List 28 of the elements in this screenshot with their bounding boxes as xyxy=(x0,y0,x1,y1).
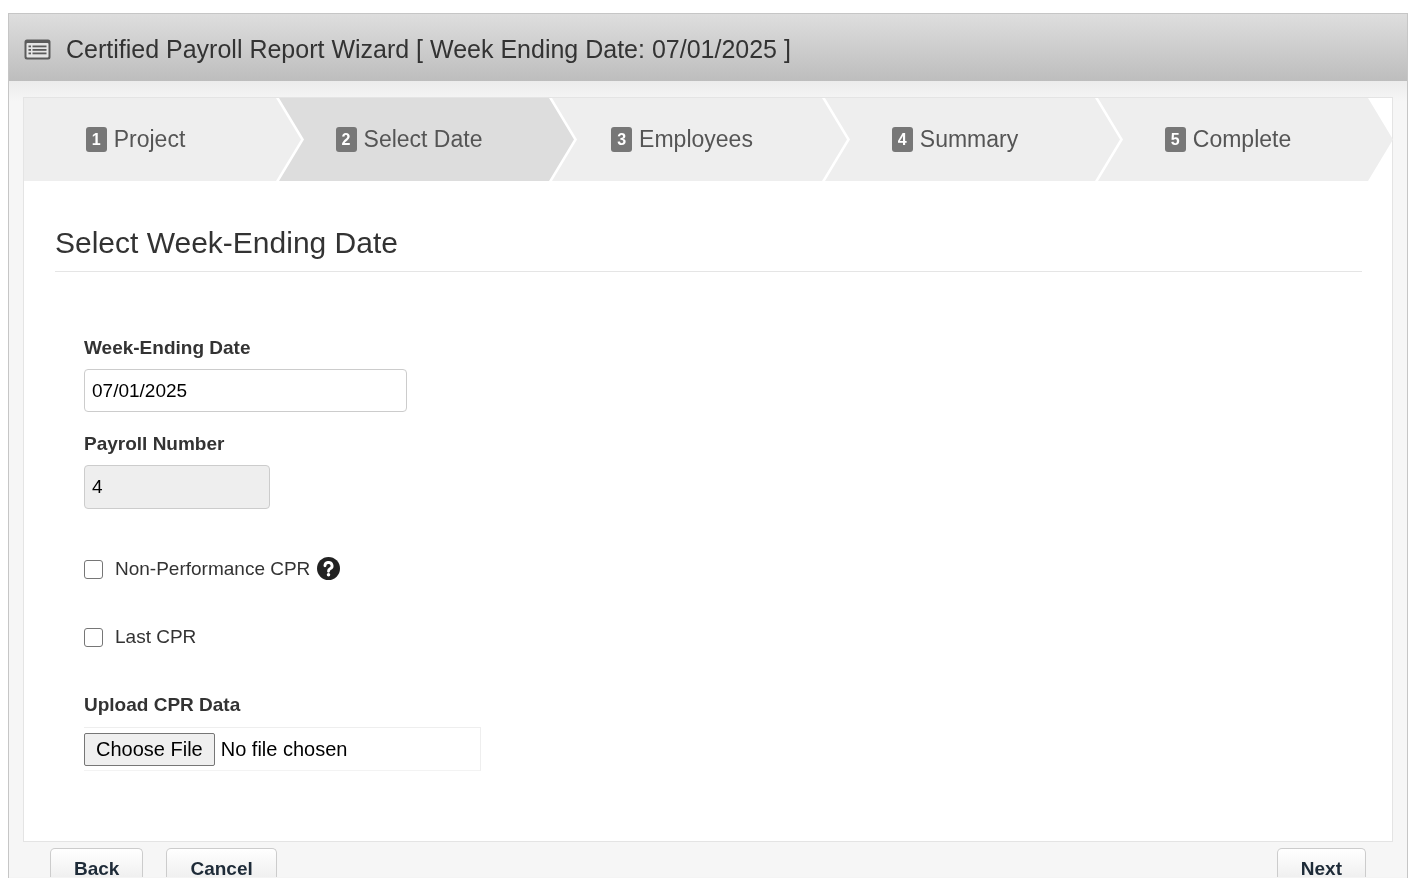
list-icon xyxy=(24,39,51,60)
help-icon[interactable] xyxy=(317,556,341,580)
footer-button[interactable]: Cancel xyxy=(166,848,277,877)
checkbox[interactable] xyxy=(84,559,103,579)
wizard-step[interactable]: 3 Employees xyxy=(552,98,847,181)
footer-button[interactable]: Back xyxy=(50,848,144,877)
window-title: Certified Payroll Report Wizard [ Week Ending Date: 07/01/2025 ] xyxy=(66,35,791,64)
step-number: 3 xyxy=(611,127,633,152)
wizard-step[interactable]: 1 Project xyxy=(24,98,301,181)
step-number: 5 xyxy=(1164,127,1186,152)
field-label: Week-Ending Date xyxy=(84,336,252,360)
choose-file-button[interactable]: Choose File xyxy=(84,732,215,766)
field-label: Payroll Number xyxy=(84,432,226,456)
wizard-step[interactable]: 5 Complete xyxy=(1098,98,1393,181)
file-input[interactable]: Choose File No file chosen xyxy=(84,727,481,771)
file-status-text: No file chosen xyxy=(220,737,348,761)
date-input[interactable]: 07/01/2025 xyxy=(84,369,407,412)
step-number: 1 xyxy=(85,127,107,152)
step-number: 4 xyxy=(891,127,913,152)
checkbox-label: Non-Performance CPR xyxy=(115,558,311,580)
field-label: Upload CPR Data xyxy=(84,693,242,717)
checkbox[interactable] xyxy=(84,627,103,647)
wizard-step[interactable]: 4 Summary xyxy=(825,98,1120,181)
step-number: 2 xyxy=(335,127,357,152)
footer-button[interactable]: Next xyxy=(1276,848,1366,877)
checkbox-label: Last CPR xyxy=(115,626,197,648)
section-title: Select Week-Ending Date xyxy=(55,226,1362,272)
wizard-step[interactable]: 2 Select Date xyxy=(279,98,574,181)
